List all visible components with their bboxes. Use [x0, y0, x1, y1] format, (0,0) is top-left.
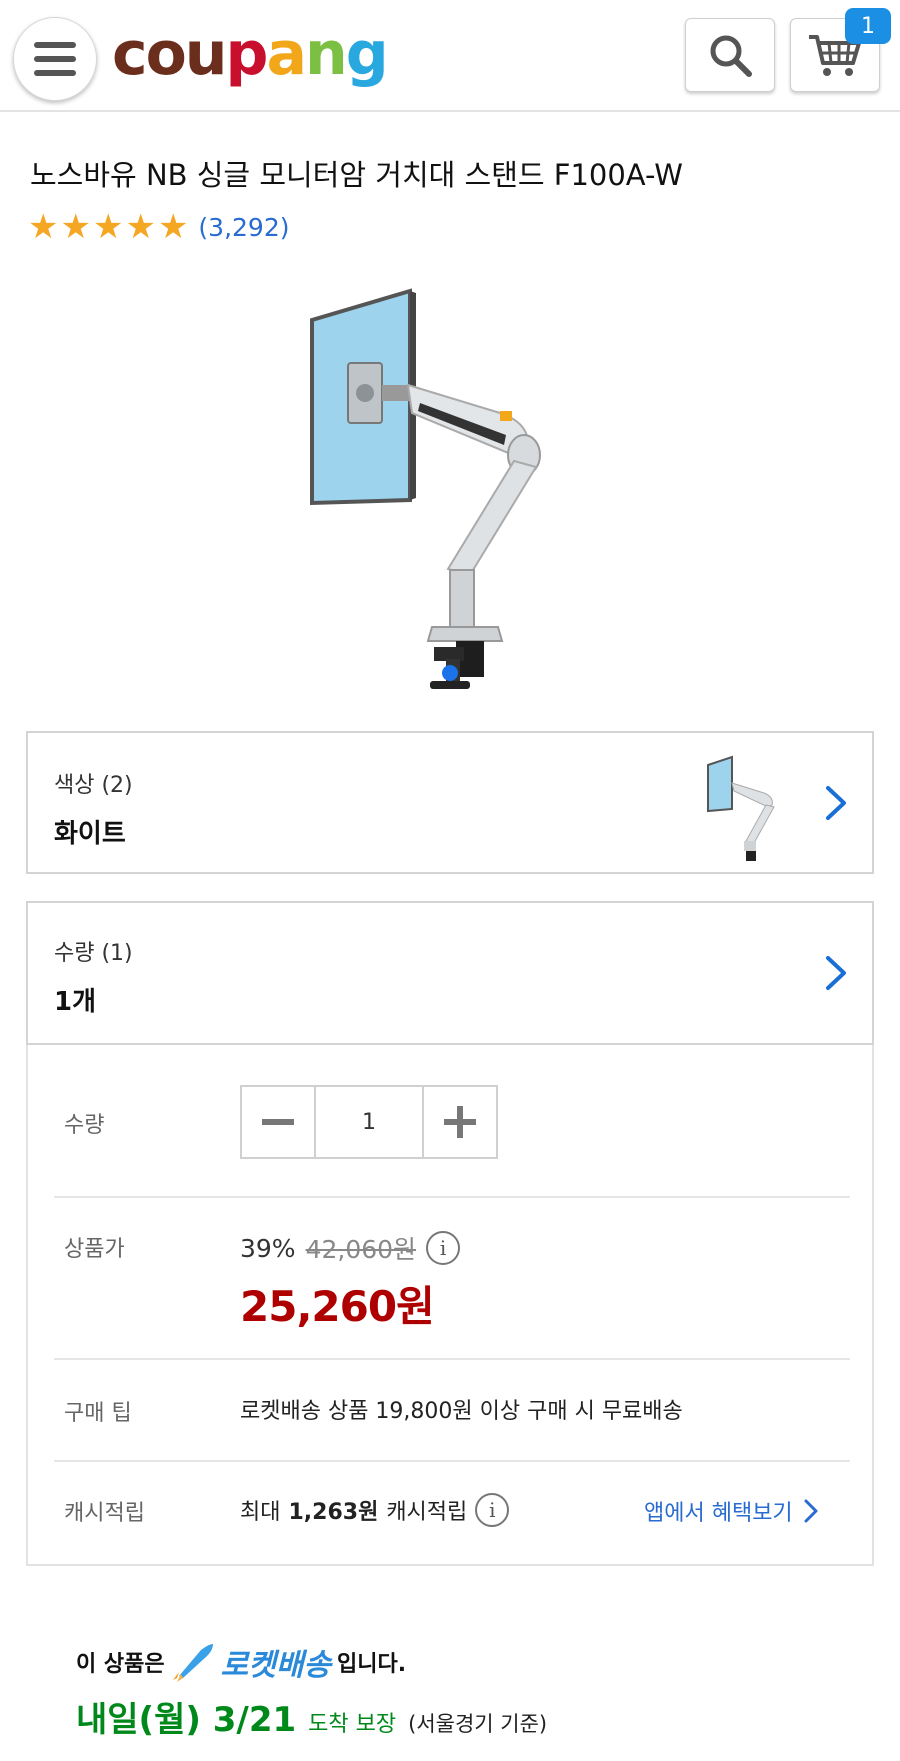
image-pagination-dot[interactable] [442, 665, 458, 681]
divider [54, 1358, 850, 1360]
cart-count-badge: 1 [845, 8, 891, 44]
chevron-right-icon [826, 956, 846, 990]
star-icon: ★ [28, 207, 59, 247]
logo-part: p [225, 19, 269, 89]
quantity-label: 수량 [64, 1113, 105, 1138]
cash-amount: 1,263원 [288, 1500, 379, 1525]
decrease-quantity-button[interactable] [242, 1087, 314, 1157]
color-option-value: 화이트 [54, 819, 126, 849]
rocket-delivery-brand: 로켓배송 [220, 1648, 332, 1683]
color-option-selector[interactable]: 색상 (2) 화이트 [26, 731, 874, 874]
logo-part: a [266, 19, 306, 89]
logo-part: n [304, 19, 348, 89]
coupang-logo[interactable]: coupang [112, 14, 389, 94]
app-benefit-link-label: 앱에서 혜택보기 [644, 1501, 793, 1526]
quantity-option-label: 수량 (1) [54, 941, 133, 966]
plus-icon [444, 1106, 476, 1138]
info-icon[interactable]: i [426, 1231, 461, 1265]
delivery-guarantee: 도착 보장 [308, 1712, 397, 1737]
review-count-link[interactable]: (3,292) [198, 213, 289, 242]
star-icon: ★ [92, 207, 124, 247]
product-rating[interactable]: ★ ★ ★ ★ ★ (3,292) [28, 210, 290, 244]
rocket-icon [172, 1644, 213, 1682]
discount-rate: 39% [240, 1233, 296, 1263]
discount-info: 39% 42,060원 i [240, 1230, 461, 1266]
rating-stars: ★ ★ ★ ★ ★ [28, 210, 188, 244]
cash-suffix: 캐시적립 [386, 1500, 468, 1525]
quantity-input[interactable]: 1 [314, 1087, 424, 1157]
search-icon [710, 35, 752, 77]
price-label: 상품가 [64, 1237, 125, 1262]
menu-icon-bar [34, 42, 76, 48]
rocket-prefix: 이 상품은 [76, 1652, 165, 1677]
original-price: 42,060원 [305, 1235, 417, 1264]
quantity-stepper: 1 [240, 1085, 498, 1159]
rocket-suffix: 입니다. [337, 1652, 407, 1677]
minus-icon [262, 1119, 294, 1125]
purchase-tip-text: 로켓배송 상품 19,800원 이상 구매 시 무료배송 [240, 1399, 683, 1424]
search-button[interactable] [685, 18, 775, 92]
purchase-tip-label: 구매 팁 [64, 1401, 132, 1426]
color-option-label: 색상 (2) [54, 773, 133, 798]
cash-prefix: 최대 [240, 1500, 281, 1525]
chevron-right-icon [826, 786, 846, 820]
rocket-delivery-notice: 이 상품은 로켓배송 입니다. [76, 1640, 406, 1684]
product-image[interactable] [300, 285, 590, 695]
product-title: 노스바유 NB 싱글 모니터암 거치대 스탠드 F100A-W [30, 158, 683, 192]
app-benefit-link[interactable]: 앱에서 혜택보기 [644, 1495, 819, 1527]
logo-part: g [345, 19, 389, 89]
delivery-region: (서울경기 기준) [408, 1712, 548, 1736]
star-icon: ★ [125, 207, 156, 247]
quantity-option-selector[interactable]: 수량 (1) 1개 [26, 901, 874, 1045]
star-icon: ★ [60, 207, 91, 247]
divider [54, 1196, 850, 1198]
delivery-date: 내일(월) 3/21 [76, 1700, 297, 1740]
menu-icon-bar [34, 70, 76, 76]
info-icon[interactable]: i [475, 1493, 510, 1527]
top-header: coupang 1 [0, 0, 900, 112]
sale-price: 25,260원 [240, 1282, 435, 1331]
star-icon: ★ [157, 207, 189, 247]
purchase-detail-panel: 수량 1 상품가 39% 42,060원 i 25,260원 구매 팁 로켓배송… [26, 1045, 874, 1566]
cash-reward-info: 최대 1,263원 캐시적립 i [240, 1493, 510, 1527]
menu-icon-bar [34, 56, 76, 62]
divider [54, 1460, 850, 1462]
increase-quantity-button[interactable] [424, 1087, 496, 1157]
chevron-right-icon [804, 1499, 818, 1523]
logo-part: cou [112, 19, 228, 89]
quantity-option-value: 1개 [54, 987, 97, 1017]
cash-reward-label: 캐시적립 [64, 1501, 145, 1526]
color-option-thumbnail [707, 755, 775, 861]
delivery-estimate: 내일(월) 3/21 도착 보장 (서울경기 기준) [76, 1692, 547, 1741]
hamburger-menu-button[interactable] [13, 17, 97, 101]
